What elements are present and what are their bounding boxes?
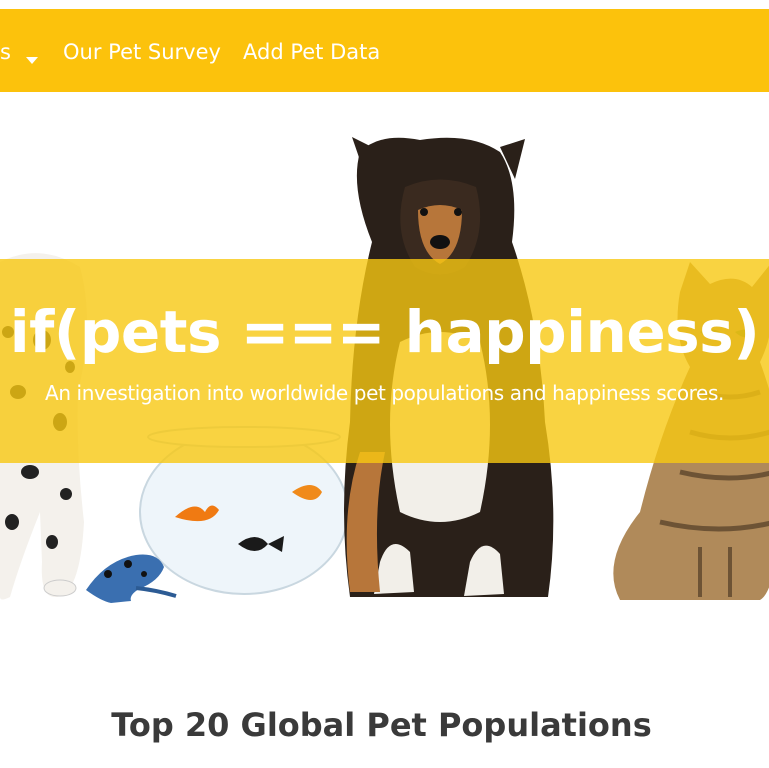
navbar: s Our Pet Survey Add Pet Data	[0, 9, 769, 92]
hero-title: if(pets === happiness)	[9, 298, 760, 366]
hero-subtitle: An investigation into worldwide pet popu…	[45, 381, 724, 405]
nav-dropdown-partial[interactable]: s	[0, 39, 11, 65]
nav-item-add-pet-data[interactable]: Add Pet Data	[243, 39, 380, 65]
chevron-down-icon[interactable]	[26, 57, 38, 64]
top-strip	[0, 0, 769, 9]
section-title: Top 20 Global Pet Populations	[111, 706, 652, 744]
nav-item-our-pet-survey[interactable]: Our Pet Survey	[63, 39, 221, 65]
